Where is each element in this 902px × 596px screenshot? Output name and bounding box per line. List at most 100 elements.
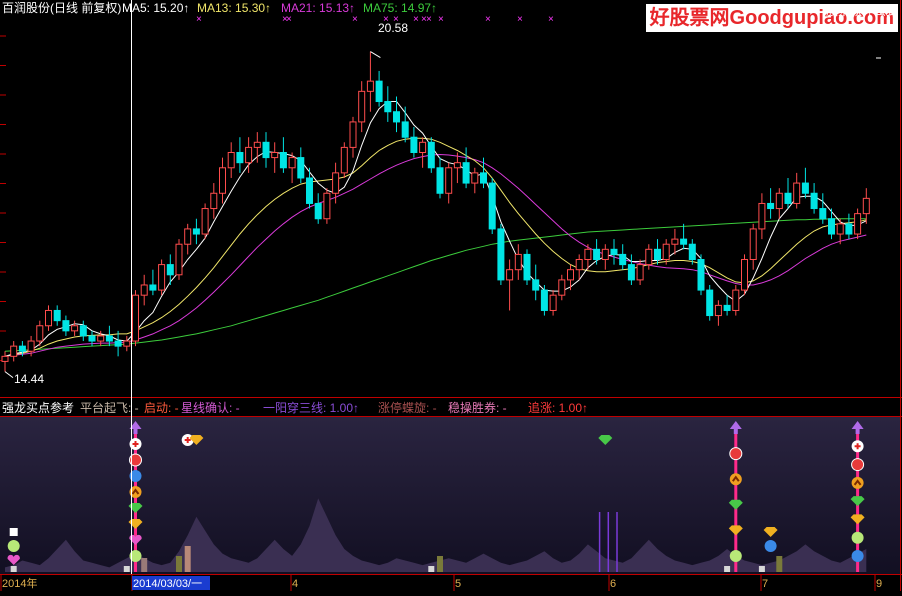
candle-down bbox=[62, 320, 70, 332]
candle-down bbox=[688, 243, 696, 261]
indicator-legend-item: 追涨: 1.00↑ bbox=[528, 401, 589, 415]
marker-x: × bbox=[517, 14, 523, 25]
candle-up bbox=[227, 151, 235, 169]
ball-icon bbox=[729, 447, 743, 461]
candle-down bbox=[532, 279, 540, 291]
candle-up bbox=[575, 259, 583, 271]
candle-up bbox=[854, 213, 862, 235]
candle-down bbox=[114, 340, 122, 347]
brand-subtitle: 股票软件公式 bbox=[825, 4, 898, 18]
candle-down bbox=[79, 325, 87, 337]
marker-x: × bbox=[196, 14, 202, 25]
x-tick-label: 7 bbox=[762, 578, 768, 590]
candle-up bbox=[549, 294, 557, 311]
candle-up bbox=[97, 335, 105, 342]
marker-x: × bbox=[426, 14, 432, 25]
candle-up bbox=[636, 264, 644, 281]
candle-up bbox=[732, 289, 740, 311]
candle-down bbox=[314, 202, 322, 220]
candle-up bbox=[175, 243, 183, 276]
stock-chart[interactable]: 2014年 2014/03/03/一 4 5 6 7 9× ×× × × × × × × × × × × bbox=[0, 0, 902, 591]
histogram-bar bbox=[10, 566, 17, 572]
candle-down bbox=[393, 111, 400, 123]
indicator-legend-item: 平台起飞: - bbox=[80, 401, 139, 415]
price-high-label: 20.58 bbox=[378, 21, 409, 35]
candle-down bbox=[279, 151, 287, 169]
candle-up bbox=[219, 167, 226, 194]
candle-up bbox=[836, 223, 844, 235]
marker-x: × bbox=[352, 14, 358, 25]
candle-up bbox=[45, 309, 52, 327]
histogram-bar bbox=[437, 556, 443, 572]
marker-x: × bbox=[548, 14, 554, 25]
candle-down bbox=[427, 141, 435, 169]
candle-up bbox=[332, 172, 340, 194]
candle-up bbox=[184, 228, 192, 245]
candle-down bbox=[784, 192, 792, 204]
marker-x: × bbox=[485, 14, 491, 25]
chart-stage: 2014年 2014/03/03/一 4 5 6 7 9 × × × × × × × × × × × × × bbox=[0, 0, 902, 591]
candle-up bbox=[158, 264, 166, 291]
indicator-legend-item: 一阳穿三线: 1.00↑ bbox=[263, 401, 360, 415]
candle-up bbox=[453, 162, 461, 169]
candle-down bbox=[723, 304, 731, 311]
arrow-up-icon bbox=[729, 473, 742, 486]
x-tick-label: 5 bbox=[455, 578, 461, 590]
candle-down bbox=[297, 157, 305, 179]
indicator-legend-item: 稳操胜券: - bbox=[448, 401, 507, 415]
candle-up bbox=[340, 146, 348, 174]
candle-up bbox=[584, 248, 592, 261]
brand-watermark: 好股票网Goodgupiao.com 股票软件公式 bbox=[645, 4, 898, 32]
indicator-legend-item: 星线确认: - bbox=[181, 401, 240, 415]
candle-up bbox=[27, 340, 35, 352]
histogram-bar bbox=[184, 546, 191, 572]
candle-down bbox=[706, 289, 714, 317]
candle-up bbox=[775, 192, 783, 210]
candle-up bbox=[358, 90, 366, 123]
candle-down bbox=[497, 228, 505, 281]
ma-legend-item: MA75: 14.97↑ bbox=[363, 1, 438, 15]
candle-down bbox=[697, 259, 705, 291]
candle-down bbox=[619, 253, 627, 266]
candle-down bbox=[105, 335, 113, 342]
candle-up bbox=[741, 259, 748, 291]
candle-down bbox=[236, 151, 244, 164]
x-tick-label: 2014/03/03/一 bbox=[133, 578, 202, 590]
marker-x: × bbox=[286, 14, 292, 25]
candle-down bbox=[810, 192, 818, 210]
candle-down bbox=[192, 228, 200, 235]
chart-title: 百润股份(日线 前复权) bbox=[2, 1, 122, 15]
candle-up bbox=[253, 141, 261, 148]
candle-up bbox=[271, 151, 279, 159]
marker-x: × bbox=[438, 14, 444, 25]
ma-legend-item: MA21: 15.13↑ bbox=[281, 1, 356, 15]
candle-up bbox=[349, 121, 357, 148]
candle-down bbox=[410, 136, 418, 153]
orb-icon bbox=[764, 540, 777, 552]
candle-up bbox=[749, 228, 757, 261]
candle-up bbox=[862, 197, 870, 215]
candle-up bbox=[210, 192, 218, 210]
candle-up bbox=[201, 208, 209, 235]
candle-down bbox=[654, 248, 661, 261]
candle-up bbox=[366, 80, 374, 92]
candle-up bbox=[445, 167, 453, 194]
x-tick-label: 9 bbox=[876, 578, 882, 590]
ma-legend-item: MA13: 15.30↑ bbox=[197, 1, 272, 15]
arrow-up-icon bbox=[851, 476, 864, 489]
low-pointer bbox=[4, 371, 14, 379]
candle-up bbox=[558, 279, 566, 296]
candle-down bbox=[767, 202, 775, 210]
candle-down bbox=[375, 80, 383, 103]
indicator-legend-item: 启动: - bbox=[144, 401, 179, 415]
orb-icon bbox=[851, 550, 864, 562]
candle-down bbox=[18, 345, 26, 352]
indicator-title: 强龙买点参考 bbox=[2, 401, 75, 415]
histogram-bar bbox=[724, 566, 731, 572]
x-tick-label: 6 bbox=[610, 578, 616, 590]
cube-icon bbox=[9, 528, 18, 536]
candle-up bbox=[671, 238, 679, 245]
apple-icon bbox=[851, 531, 864, 544]
candle-down bbox=[523, 253, 531, 281]
candle-down bbox=[436, 167, 444, 194]
